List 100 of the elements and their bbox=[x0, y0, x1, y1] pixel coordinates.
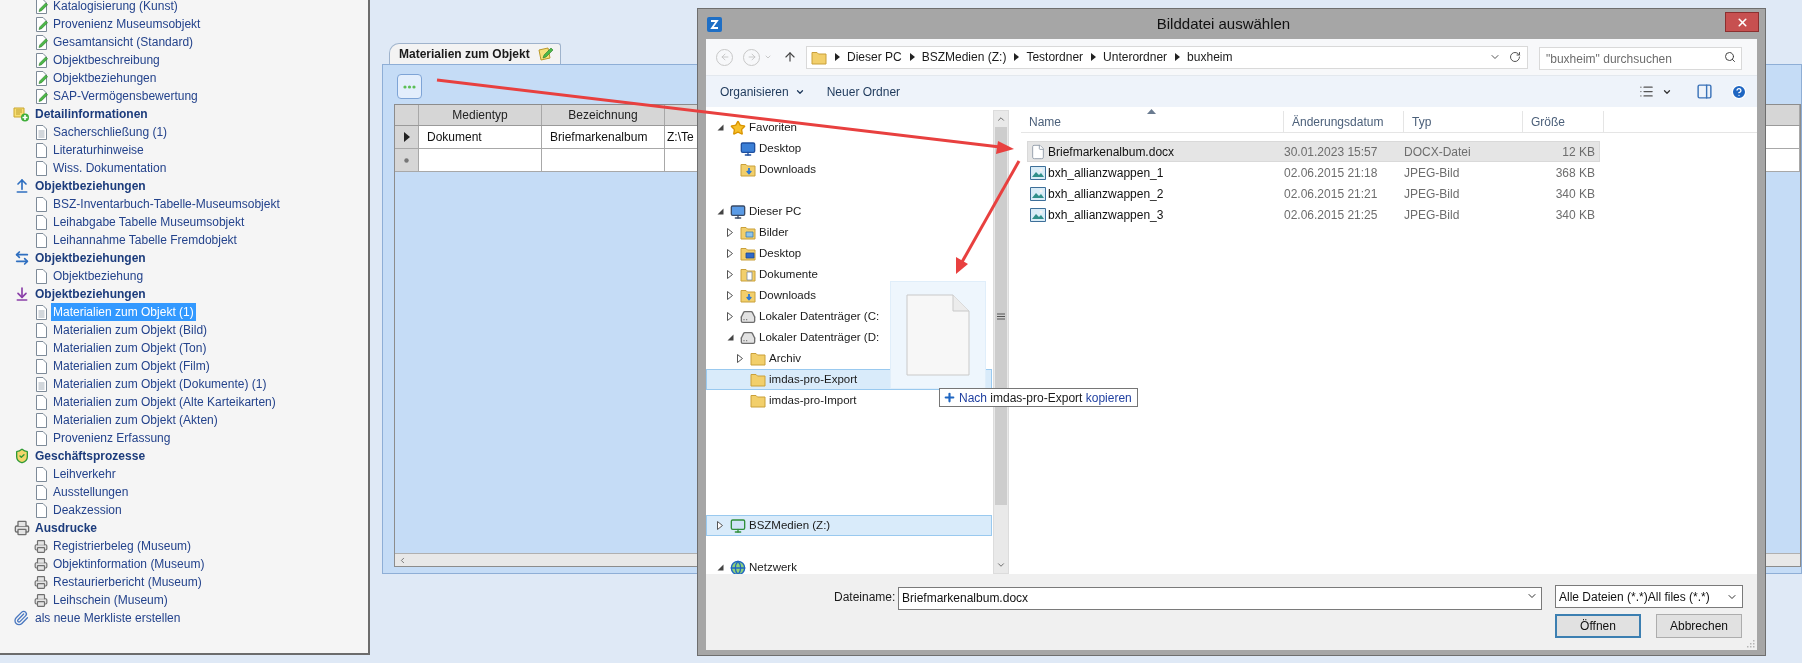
dialog-button[interactable]: Öffnen bbox=[1555, 614, 1641, 638]
tree-item[interactable]: Archiv bbox=[706, 348, 992, 369]
tree-item[interactable]: Lokaler Datenträger (C: bbox=[706, 306, 992, 327]
toolbar-button[interactable]: Neuer Ordner bbox=[826, 82, 901, 101]
sidebar-action[interactable]: als neue Merkliste erstellen bbox=[35, 609, 181, 627]
tree-item[interactable]: Lokaler Datenträger (D: bbox=[706, 327, 992, 348]
more-button[interactable] bbox=[397, 74, 422, 99]
sidebar-item[interactable]: Materialien zum Objekt (Film) bbox=[51, 357, 212, 375]
sidebar-item[interactable]: Materialien zum Objekt (Bild) bbox=[51, 321, 210, 339]
tree-item[interactable]: Downloads bbox=[706, 159, 992, 180]
column-header[interactable]: Typ bbox=[1404, 111, 1523, 132]
refresh-button[interactable] bbox=[1509, 51, 1521, 63]
app-icon bbox=[707, 16, 722, 32]
sidebar-item[interactable]: Sacherschließung (1) bbox=[51, 123, 170, 141]
column-header[interactable]: Änderungsdatum bbox=[1284, 111, 1404, 132]
sidebar-item[interactable]: Leihannahme Tabelle Fremdobjekt bbox=[51, 231, 239, 249]
sidebar-item[interactable]: Objektbeschreibung bbox=[51, 51, 162, 69]
sidebar-item[interactable]: Leihabgabe Tabelle Museumsobjekt bbox=[51, 213, 247, 231]
file-date: 02.06.2015 21:25 bbox=[1284, 206, 1379, 224]
file-name: bxh_allianzwappen_2 bbox=[1048, 185, 1165, 203]
sidebar-item[interactable]: SAP-Vermögensbewertung bbox=[51, 87, 200, 105]
tree-item[interactable]: Downloads bbox=[706, 285, 992, 306]
toolbar-button[interactable]: Organisieren bbox=[720, 82, 805, 101]
sidebar-item[interactable]: Ausstellungen bbox=[51, 483, 131, 501]
sidebar-item[interactable]: Restaurierbericht (Museum) bbox=[51, 573, 204, 591]
sidebar-item[interactable]: Materialien zum Objekt (Alte Karteikarten) bbox=[51, 393, 278, 411]
sidebar-item[interactable]: Objektinformation (Museum) bbox=[51, 555, 207, 573]
sidebar-item[interactable]: BSZ-Inventarbuch-Tabelle-Museumsobjekt bbox=[51, 195, 282, 213]
file-name: bxh_allianzwappen_3 bbox=[1048, 206, 1165, 224]
sidebar-item[interactable]: Literaturhinweise bbox=[51, 141, 146, 159]
sidebar-item[interactable]: Materialien zum Objekt (Dokumente) (1) bbox=[51, 375, 269, 393]
filename-field[interactable]: Briefmarkenalbum.docx bbox=[898, 586, 1542, 610]
sidebar-item[interactable]: Katalogisierung (Kunst) bbox=[51, 0, 180, 15]
sidebar-item[interactable]: Materialien zum Objekt (Akten) bbox=[51, 411, 220, 429]
file-row[interactable]: Briefmarkenalbum.docx 30.01.2023 15:57 DOCX-Datei 12 KB bbox=[1027, 141, 1600, 162]
edit-form-icon bbox=[34, 52, 48, 68]
document-icon bbox=[34, 376, 48, 392]
file-row[interactable]: bxh_allianzwappen_3 02.06.2015 21:25 JPEG-Bild 340 KB bbox=[1027, 204, 1600, 225]
page-icon bbox=[34, 484, 48, 500]
printer-icon bbox=[34, 574, 48, 590]
dialog-button[interactable]: Abbrechen bbox=[1656, 614, 1742, 638]
note-add-icon bbox=[13, 106, 30, 122]
help-button[interactable] bbox=[1731, 83, 1747, 100]
address-bar[interactable]: Dieser PC BSZMedien (Z:) Testordner Unterordner buxheim bbox=[806, 45, 1528, 69]
group-header[interactable]: Ausdrucke bbox=[35, 519, 98, 537]
up-button[interactable] bbox=[783, 50, 797, 64]
breadcrumb-item[interactable]: BSZMedien (Z:) bbox=[921, 48, 1007, 66]
sidebar-item[interactable]: Provenienz Museumsobjekt bbox=[51, 15, 203, 33]
breadcrumb-item[interactable]: Dieser PC bbox=[847, 48, 902, 66]
column-header[interactable]: Medientyp bbox=[419, 105, 542, 125]
document-icon bbox=[34, 124, 48, 140]
breadcrumb-item[interactable]: Testordner bbox=[1026, 48, 1084, 66]
sidebar-item[interactable]: Objektbeziehungen bbox=[51, 69, 159, 87]
file-type-dropdown[interactable]: Alle Dateien (*.*)All files (*.*) bbox=[1555, 585, 1743, 608]
list-view-icon bbox=[1639, 84, 1654, 99]
file-row[interactable]: bxh_allianzwappen_2 02.06.2015 21:21 JPEG-Bild 340 KB bbox=[1027, 183, 1600, 204]
search-field[interactable]: "buxheim" durchsuchen bbox=[1539, 47, 1742, 70]
breadcrumb-item[interactable]: Unterordner bbox=[1103, 48, 1168, 66]
sidebar-item[interactable]: Provenienz Erfassung bbox=[51, 429, 173, 447]
tree-item[interactable]: Dieser PC bbox=[706, 201, 992, 222]
file-icon bbox=[906, 294, 970, 376]
refresh-icon bbox=[1509, 51, 1521, 63]
monitor-icon bbox=[740, 140, 756, 157]
sidebar-item[interactable]: Leihschein (Museum) bbox=[51, 591, 170, 609]
row-header[interactable] bbox=[395, 126, 419, 148]
page-icon bbox=[34, 160, 48, 176]
sidebar-item[interactable]: Objektbeziehung bbox=[51, 267, 146, 285]
page-icon bbox=[34, 214, 48, 230]
breadcrumb-arrow-icon bbox=[1091, 53, 1097, 61]
sidebar-item[interactable]: Registrierbeleg (Museum) bbox=[51, 537, 194, 555]
sidebar-item[interactable]: Wiss. Dokumentation bbox=[51, 159, 169, 177]
group-header[interactable]: Detailinformationen bbox=[35, 105, 148, 123]
computer-icon bbox=[730, 203, 746, 220]
drag-tooltip-text: Nach imdas-pro-Export kopieren bbox=[959, 389, 1132, 407]
document-folder-icon bbox=[740, 267, 756, 282]
group-header[interactable]: Objektbeziehungen bbox=[35, 285, 146, 303]
tree-item[interactable]: Dokumente bbox=[706, 264, 992, 285]
sidebar-item[interactable]: Gesamtansicht (Standard) bbox=[51, 33, 196, 51]
group-header[interactable]: Objektbeziehungen bbox=[35, 177, 146, 195]
group-header[interactable]: Geschäftsprozesse bbox=[35, 447, 146, 465]
sidebar-item[interactable]: Materialien zum Objekt (Ton) bbox=[51, 339, 209, 357]
tab[interactable]: Materialien zum Objekt bbox=[389, 43, 561, 64]
sidebar-item[interactable]: Leihverkehr bbox=[51, 465, 118, 483]
view-menu-button[interactable] bbox=[1639, 84, 1672, 99]
preview-pane-button[interactable] bbox=[1696, 83, 1713, 100]
breadcrumb-item[interactable]: buxheim bbox=[1187, 48, 1233, 66]
tree-item[interactable]: Desktop bbox=[706, 243, 992, 264]
column-header[interactable]: Bezeichnung bbox=[542, 105, 665, 125]
tree-item[interactable]: Bilder bbox=[706, 222, 992, 243]
close-button[interactable] bbox=[1725, 12, 1759, 32]
file-row[interactable]: bxh_allianzwappen_1 02.06.2015 21:18 JPEG-Bild 368 KB bbox=[1027, 162, 1600, 183]
note-edit-icon bbox=[537, 46, 554, 62]
window-title: Bilddatei auswählen bbox=[1155, 13, 1292, 34]
file-name: bxh_allianzwappen_1 bbox=[1048, 164, 1165, 182]
printer-icon bbox=[34, 592, 48, 608]
group-header[interactable]: Objektbeziehungen bbox=[35, 249, 146, 267]
column-header[interactable]: Größe bbox=[1523, 111, 1604, 132]
tree-item[interactable]: BSZMedien (Z:) bbox=[706, 515, 992, 536]
page-icon bbox=[34, 232, 48, 248]
sidebar-item[interactable]: Deakzession bbox=[51, 501, 124, 519]
